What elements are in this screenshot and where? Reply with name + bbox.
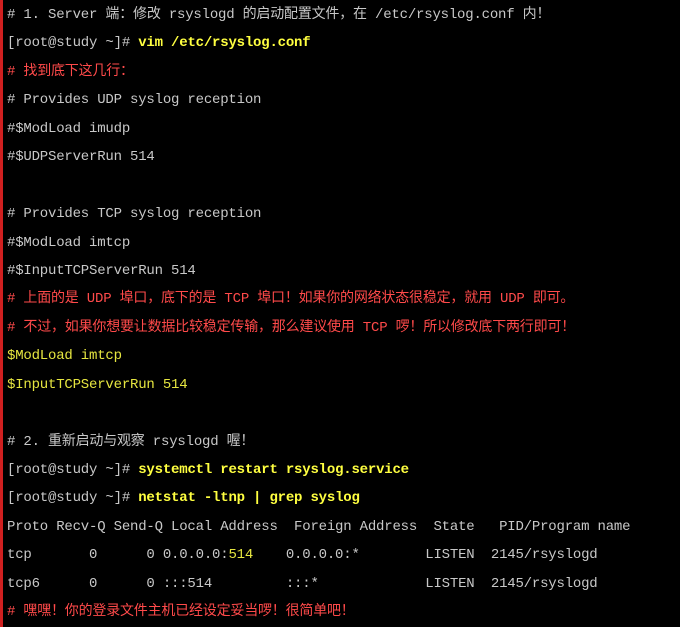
command-text: vim /etc/rsyslog.conf	[138, 35, 311, 52]
terminal-text: [root@study ~]#	[7, 462, 139, 478]
terminal-line: #$UDPServerRun 514	[7, 143, 680, 171]
comment-text: # 上面的是 UDP 埠口，底下的是 TCP 埠口！如果你的网络状态很稳定，就用…	[7, 291, 575, 308]
terminal-text: #$ModLoad imtcp	[7, 234, 131, 251]
terminal-text: # Provides TCP syslog reception	[7, 206, 262, 223]
terminal-line: # 1. Server 端：修改 rsyslogd 的启动配置文件，在 /etc…	[7, 1, 680, 29]
command-text: netstat -ltnp | grep syslog	[138, 490, 360, 507]
comment-text: # 找到底下这几行：	[7, 63, 134, 80]
terminal-line: $ModLoad imtcp	[7, 342, 680, 370]
terminal-line: # 嘿嘿！你的登录文件主机已经设定妥当啰！很简单吧！	[7, 598, 680, 626]
terminal-line: [root@study ~]# systemctl restart rsyslo…	[7, 456, 680, 484]
terminal-line: [root@study ~]# vim /etc/rsyslog.conf	[7, 29, 680, 57]
comment-text: # 嘿嘿！你的登录文件主机已经设定妥当啰！很简单吧！	[7, 604, 355, 621]
terminal-text: $InputTCPServerRun 514	[7, 376, 188, 393]
terminal-text: 0.0.0.0:* LISTEN 2145/rsyslogd	[253, 547, 598, 564]
terminal-text: tcp 0 0 0.0.0.0:	[7, 547, 229, 564]
comment-text: # 不过，如果你想要让数据比较稳定传输，那么建议使用 TCP 啰！所以修改底下两…	[7, 319, 576, 336]
terminal-text: #$UDPServerRun 514	[7, 149, 155, 166]
terminal-line: # 不过，如果你想要让数据比较稳定传输，那么建议使用 TCP 啰！所以修改底下两…	[7, 314, 680, 342]
terminal-window: # 1. Server 端：修改 rsyslogd 的启动配置文件，在 /etc…	[0, 0, 680, 627]
terminal-line: tcp 0 0 0.0.0.0:514 0.0.0.0:* LISTEN 214…	[7, 541, 680, 569]
terminal-text: $ModLoad imtcp	[7, 348, 122, 365]
terminal-text: # Provides UDP syslog reception	[7, 92, 262, 109]
terminal-text: [root@study ~]#	[7, 490, 139, 507]
terminal-line: # Provides UDP syslog reception	[7, 86, 680, 114]
terminal-line: # 上面的是 UDP 埠口，底下的是 TCP 埠口！如果你的网络状态很稳定，就用…	[7, 285, 680, 313]
terminal-text: 514	[228, 547, 254, 564]
terminal-line: [root@study ~]# netstat -ltnp | grep sys…	[7, 484, 680, 512]
terminal-text: [root@study ~]#	[7, 35, 139, 52]
terminal-line: #$ModLoad imudp	[7, 115, 680, 143]
terminal-line: $InputTCPServerRun 514	[7, 371, 680, 399]
terminal-text: Proto Recv-Q Send-Q Local Address Foreig…	[7, 518, 631, 535]
terminal-line: #$InputTCPServerRun 514	[7, 257, 680, 285]
terminal-line: # 2. 重新启动与观察 rsyslogd 喔！	[7, 428, 680, 456]
terminal-text: #$ModLoad imudp	[7, 120, 131, 137]
terminal-line: tcp6 0 0 :::514 :::* LISTEN 2145/rsyslog…	[7, 570, 680, 598]
terminal-text: #$InputTCPServerRun 514	[7, 262, 196, 279]
terminal-text: tcp6 0 0 :::514 :::* LISTEN 2145/rsyslog…	[7, 575, 598, 592]
terminal-line: Proto Recv-Q Send-Q Local Address Foreig…	[7, 513, 680, 541]
command-text: systemctl restart rsyslog.service	[138, 462, 409, 478]
terminal-line: # Provides TCP syslog reception	[7, 200, 680, 228]
terminal-line: #$ModLoad imtcp	[7, 229, 680, 257]
terminal-text: # 1. Server 端：修改 rsyslogd 的启动配置文件，在 /etc…	[7, 7, 551, 23]
terminal-text: # 2. 重新启动与观察 rsyslogd 喔！	[7, 433, 255, 450]
terminal-line: # 找到底下这几行：	[7, 58, 680, 86]
